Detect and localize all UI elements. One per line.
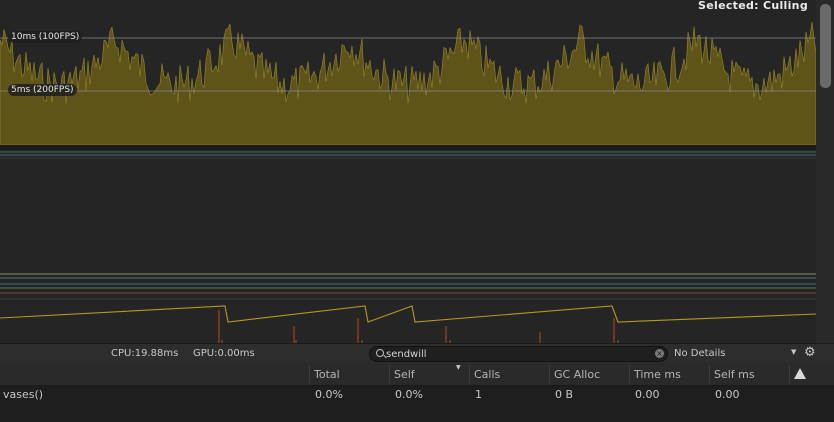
table-row[interactable]: vases() 0.0% 0.0% 1 0 B 0.00 0.00	[0, 386, 834, 404]
gpu-time: GPU:0.00ms	[193, 348, 255, 359]
column-divider	[709, 365, 710, 383]
selected-label: Selected: Culling	[698, 0, 808, 12]
column-self-ms[interactable]: Self ms	[714, 368, 755, 381]
column-divider	[389, 365, 390, 383]
details-dropdown[interactable]: No Details	[674, 348, 725, 359]
column-divider	[469, 365, 470, 383]
chevron-down-icon[interactable]: ▼	[791, 348, 796, 356]
table-empty-area	[0, 404, 834, 422]
profiler-toolbar: CPU:19.88ms GPU:0.00ms × No Details ▼ ⚙	[0, 343, 834, 364]
row-gc-alloc: 0 B	[555, 388, 574, 401]
table-header: Total Self ▼ Calls GC Alloc Time ms Self…	[0, 363, 834, 386]
row-self-ms: 0.00	[715, 388, 740, 401]
row-calls: 1	[475, 388, 482, 401]
row-total: 0.0%	[315, 388, 343, 401]
profiler-graph[interactable]	[0, 0, 834, 343]
chart-separator	[0, 145, 816, 150]
column-self[interactable]: Self	[394, 368, 415, 381]
column-divider	[549, 365, 550, 383]
column-divider	[629, 365, 630, 383]
sort-arrow-icon: ▼	[456, 364, 461, 371]
label-5ms: 5ms (200FPS)	[8, 84, 77, 96]
column-time-ms[interactable]: Time ms	[634, 368, 681, 381]
gear-icon[interactable]: ⚙	[804, 345, 816, 360]
row-self: 0.0%	[395, 388, 423, 401]
column-calls[interactable]: Calls	[474, 368, 500, 381]
scrollbar-thumb[interactable]	[820, 4, 831, 88]
warning-icon[interactable]	[794, 368, 806, 379]
column-divider	[309, 365, 310, 383]
search-field[interactable]: ×	[369, 346, 668, 362]
column-gc-alloc[interactable]: GC Alloc	[554, 368, 600, 381]
column-total[interactable]: Total	[314, 368, 340, 381]
row-name: vases()	[3, 388, 44, 401]
search-input[interactable]	[386, 347, 636, 361]
clear-search-icon[interactable]: ×	[655, 349, 664, 358]
row-time-ms: 0.00	[635, 388, 660, 401]
column-divider	[789, 365, 790, 383]
search-icon	[376, 349, 384, 357]
label-10ms: 10ms (100FPS)	[8, 31, 83, 43]
cpu-time: CPU:19.88ms	[111, 348, 179, 359]
